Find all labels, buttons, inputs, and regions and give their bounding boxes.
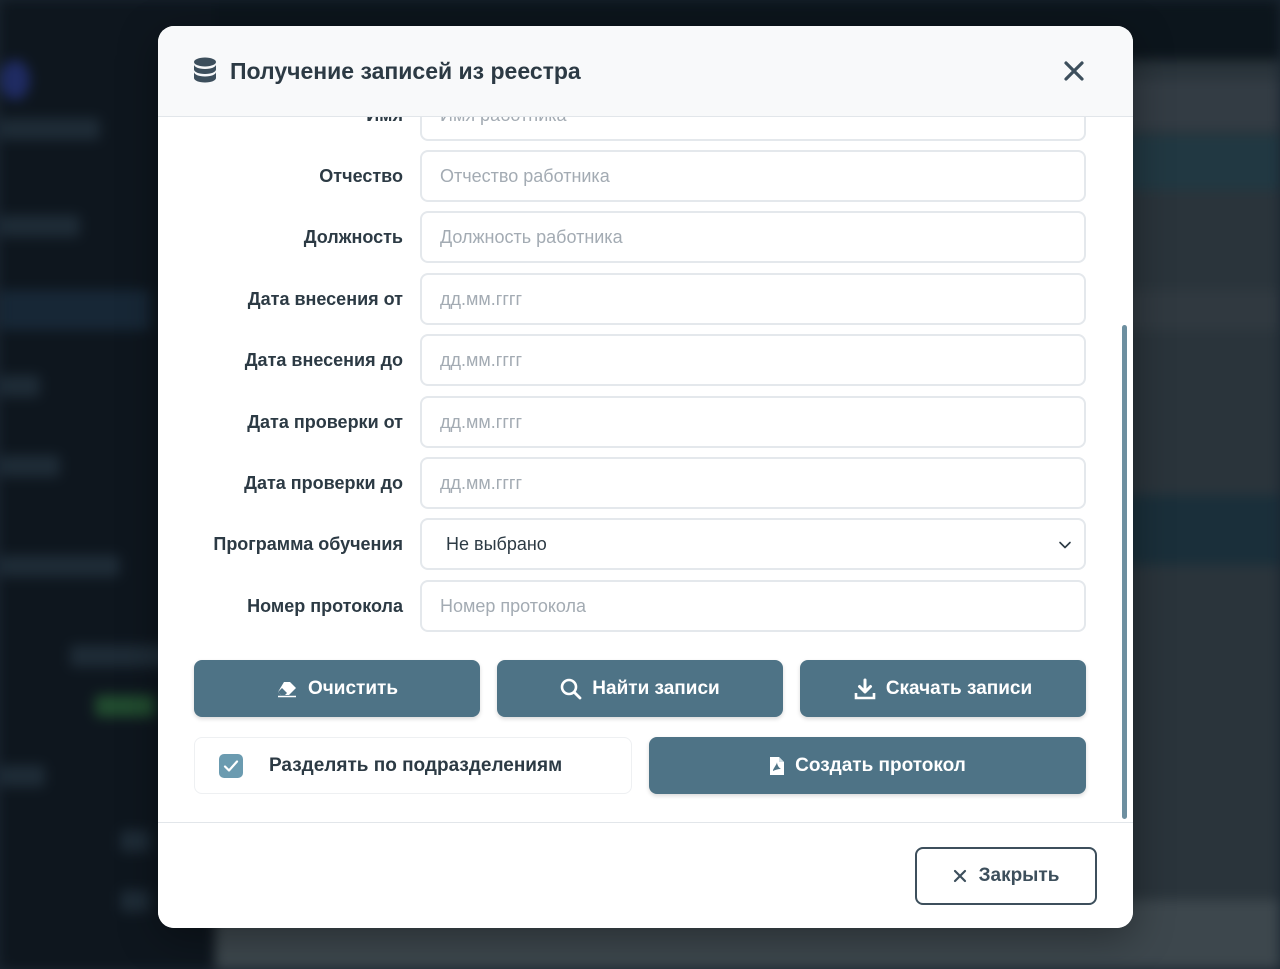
field-label: Имя [366, 117, 403, 141]
find-records-label: Найти записи [592, 677, 720, 699]
create-protocol-label: Создать протокол [795, 754, 966, 776]
download-records-label: Скачать записи [885, 677, 1033, 699]
position-input[interactable] [420, 211, 1086, 263]
search-icon [560, 678, 582, 699]
close-button-label: Закрыть [978, 865, 1060, 886]
split-by-departments-checkbox[interactable] [219, 753, 243, 778]
form-row-entry-to: Дата внесения до [158, 334, 1133, 386]
create-protocol-button[interactable]: Создать протокол [649, 737, 1086, 794]
field-label: Отчество [319, 166, 403, 186]
field-label: Номер протокола [247, 596, 403, 616]
download-records-button[interactable]: Скачать записи [800, 660, 1086, 717]
split-by-departments-label: Разделять по подразделениям [269, 754, 563, 776]
form-row-entry-from: Дата внесения от [158, 273, 1133, 325]
scrollbar-thumb[interactable] [1122, 325, 1127, 819]
entry-date-from-input[interactable] [420, 273, 1086, 325]
split-by-departments-option[interactable]: Разделять по подразделениям [194, 737, 632, 794]
training-program-select[interactable]: Не выбрано [420, 518, 1086, 570]
check-date-to-input[interactable] [420, 457, 1086, 509]
download-icon [854, 678, 876, 699]
close-icon[interactable] [1061, 58, 1087, 84]
eraser-icon [277, 681, 296, 697]
field-label: Должность [303, 227, 403, 247]
modal-header: Получение записей из реестра [158, 26, 1133, 117]
field-label: Программа обучения [213, 534, 403, 554]
form-row-check-to: Дата проверки до [158, 457, 1133, 509]
clear-button[interactable]: Очистить [194, 660, 480, 717]
modal-body: Имя Отчество Должность Дата внесения от … [158, 117, 1133, 822]
field-label: Дата проверки до [244, 473, 403, 493]
file-pdf-icon [770, 756, 785, 775]
form-row-patronymic: Отчество [158, 150, 1133, 202]
field-label: Дата внесения от [247, 289, 403, 309]
form-row-position: Должность [158, 211, 1133, 263]
clear-button-label: Очистить [307, 677, 399, 699]
patronymic-input[interactable] [420, 150, 1086, 202]
modal-title: Получение записей из реестра [230, 57, 581, 84]
form-row-program: Программа обучения Не выбрано [158, 518, 1133, 570]
first-name-input[interactable] [420, 117, 1086, 141]
check-date-from-input[interactable] [420, 396, 1086, 448]
entry-date-to-input[interactable] [420, 334, 1086, 386]
close-icon [953, 869, 966, 883]
check-icon [223, 759, 239, 772]
find-records-button[interactable]: Найти записи [497, 660, 783, 717]
modal-footer: Закрыть [158, 822, 1133, 928]
database-icon [194, 57, 216, 83]
form-row-check-from: Дата проверки от [158, 396, 1133, 448]
field-label: Дата внесения до [244, 350, 403, 370]
protocol-number-input[interactable] [420, 580, 1086, 632]
registry-modal: Получение записей из реестра Имя Отчеств… [158, 26, 1133, 928]
form-row-name: Имя [158, 117, 1133, 141]
field-label: Дата проверки от [247, 412, 403, 432]
select-value: Не выбрано [446, 533, 547, 554]
close-button[interactable]: Закрыть [915, 847, 1097, 905]
chevron-down-icon [1059, 541, 1071, 549]
form-row-protocol: Номер протокола [158, 580, 1133, 632]
